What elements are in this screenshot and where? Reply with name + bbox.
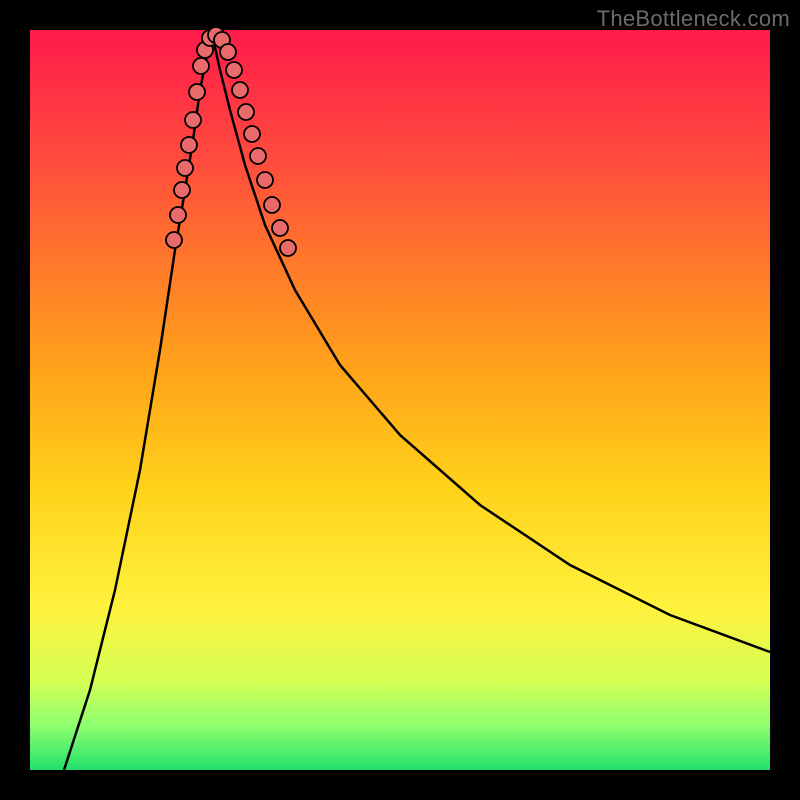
- chart-frame: TheBottleneck.com: [0, 0, 800, 800]
- watermark-text: TheBottleneck.com: [597, 6, 790, 32]
- data-point: [166, 232, 182, 248]
- data-point: [193, 58, 209, 74]
- plot-area: [30, 30, 770, 770]
- data-point: [280, 240, 296, 256]
- data-point: [189, 84, 205, 100]
- data-point: [257, 172, 273, 188]
- data-point: [226, 62, 242, 78]
- data-point: [232, 82, 248, 98]
- data-point: [272, 220, 288, 236]
- data-point: [177, 160, 193, 176]
- data-point: [250, 148, 266, 164]
- data-point: [264, 197, 280, 213]
- data-point: [174, 182, 190, 198]
- curves-layer: [30, 30, 770, 770]
- data-point: [181, 137, 197, 153]
- data-point: [220, 44, 236, 60]
- data-points: [166, 27, 296, 256]
- data-point: [238, 104, 254, 120]
- data-point: [185, 112, 201, 128]
- curve-right: [212, 34, 770, 652]
- data-point: [244, 126, 260, 142]
- data-point: [170, 207, 186, 223]
